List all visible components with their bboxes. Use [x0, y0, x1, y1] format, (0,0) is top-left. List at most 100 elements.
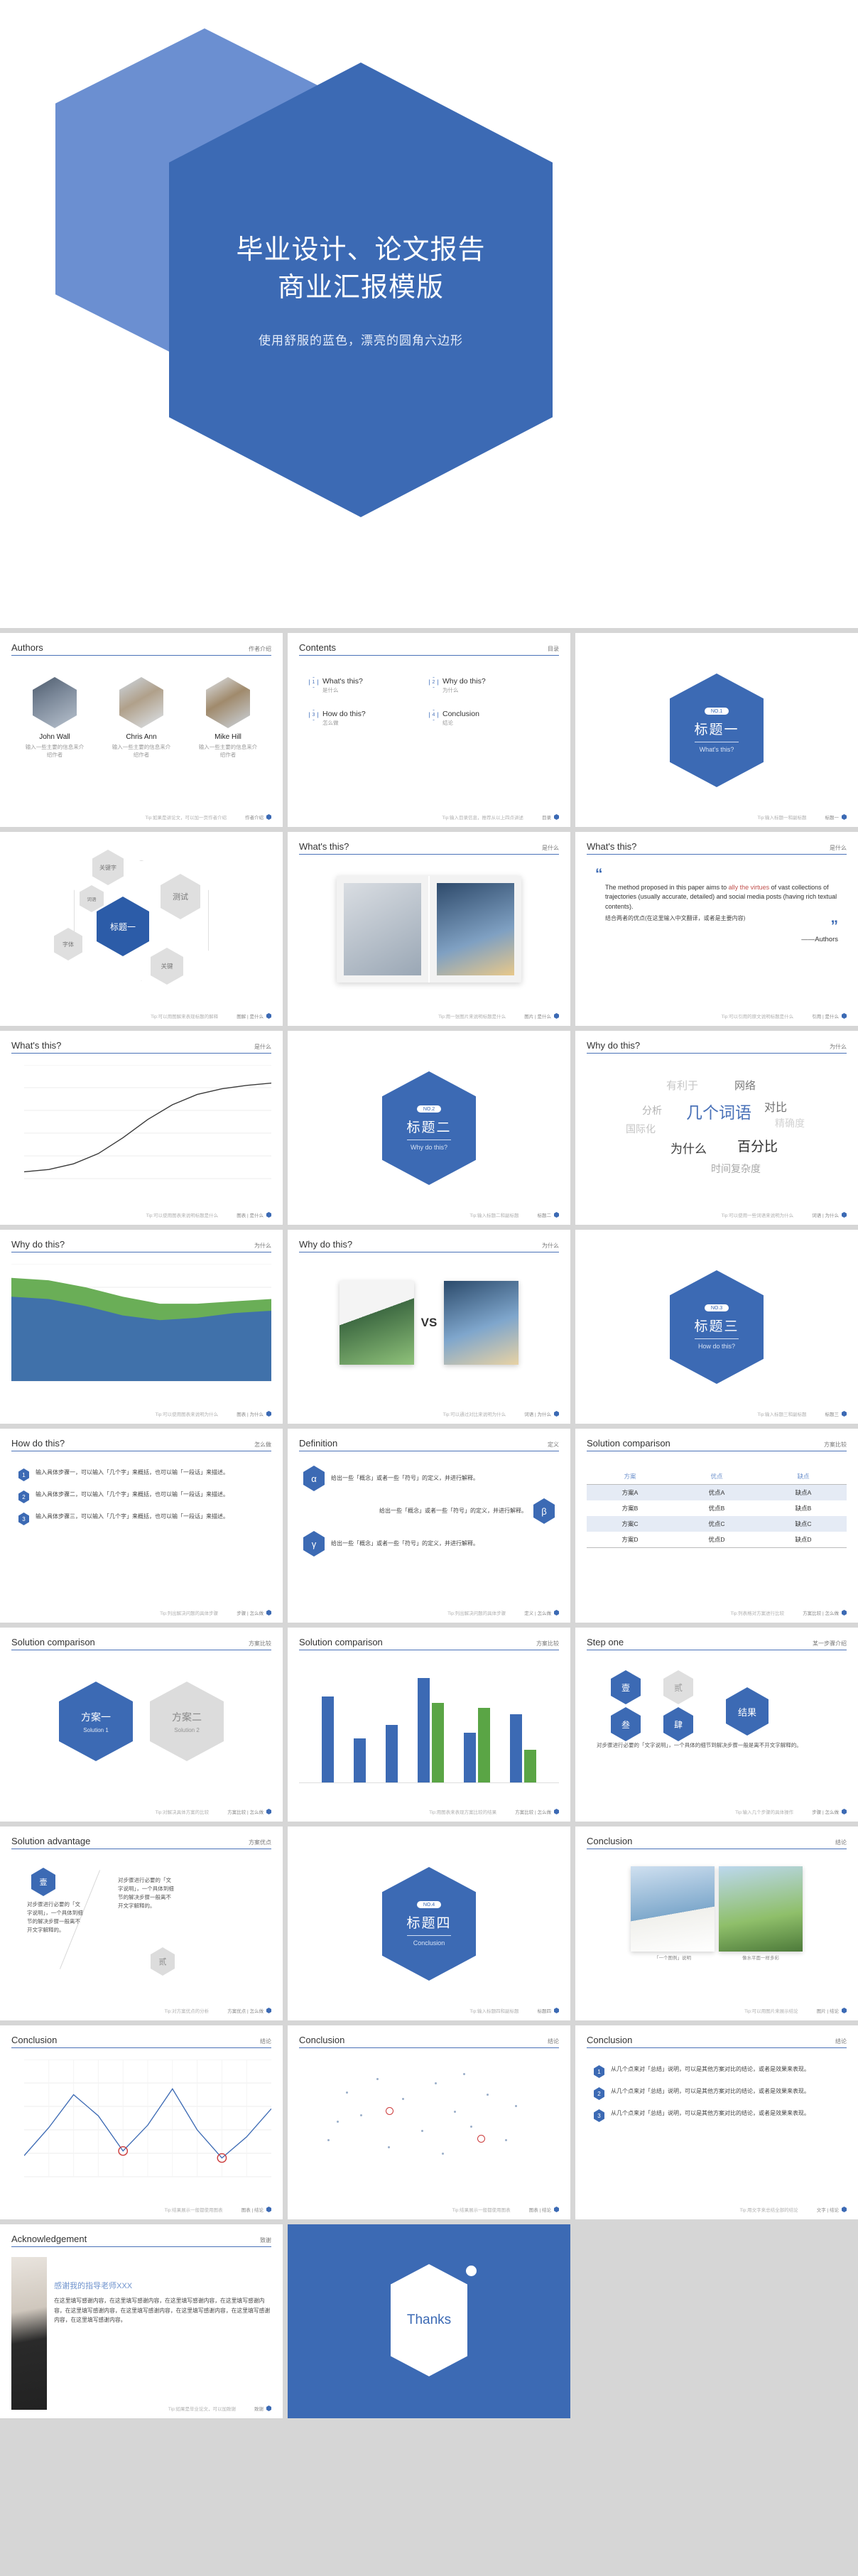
slide-authors[interactable]: Authors 作者介绍 John Wall 输入一些主要的信息来介绍作者 Ch…	[0, 633, 283, 827]
slide-header: Solution comparison 方案比较	[299, 1637, 559, 1650]
table-row: 方案C 优点C 缺点C	[587, 1516, 847, 1532]
footer-tag: 方案优点 | 怎么做	[227, 2007, 271, 2014]
slide-definition[interactable]: Definition 定义 α 给出一些「概念」或者一些「符号」的定义，并进行解…	[288, 1429, 570, 1623]
slide-why-wordcloud[interactable]: Why do this? 为什么 有利于 网络 分析 几个词语 对比 国际化 精确度 为什么百…	[575, 1031, 858, 1225]
definition-symbol: α	[303, 1466, 325, 1491]
slide-contents[interactable]: Contents 目录 1 What's this? 是什么 2 Why do …	[288, 633, 570, 827]
slide-header: What's this? 是什么	[11, 1040, 271, 1054]
slide-title-cn: 结论	[835, 2038, 847, 2045]
slide-comparison-plans[interactable]: Solution comparison 方案比较 方案一 Solution 1 …	[0, 1628, 283, 1822]
list-item: 3 输入具体步骤三，可以输入「几个字」来概括，也可以输「一段话」来描述。	[18, 1512, 264, 1525]
slide-footer: Tip:可以使用图表来说明标题是什么 图表 | 是什么	[11, 1211, 271, 1218]
slide-section-four[interactable]: NO.4 标题四 Conclusion Tip:输入标题四和副标题 标题四	[288, 1827, 570, 2020]
slide-title-cn: 结论	[548, 2038, 559, 2045]
slide-whats-this-image[interactable]: What's this? 是什么 Tip:用一张图片来说明标题是什么 图片 | …	[288, 832, 570, 1026]
advantage-text-1: 对步骤进行必要的「文字说明」，一个具体到细节的解决步骤一般离不开文字解释的。	[27, 1901, 83, 1933]
slide-why-areachart[interactable]: Why do this? 为什么 Tip:可以使用图表来说明为什么 图表 | 为…	[0, 1230, 283, 1424]
slide-conclusion-list[interactable]: Conclusion 结论 1 从几个点来对「总结」说明，可以是其他方案对比的结…	[575, 2025, 858, 2219]
list-item: γ 给出一些「概念」或者一些「符号」的定义，并进行解释。	[303, 1531, 555, 1557]
slide-whats-this-chart[interactable]: What's this? 是什么 Tip:可以使用图表来说明标题是什么 图表 |…	[0, 1031, 283, 1225]
acknowledgement-body: 感谢我的指导老师XXX 在这里填写感谢内容，在这里填写感谢内容，在这里填写感谢内…	[11, 2257, 271, 2410]
slide-footer: Tip:用文字来总结全部的结论 文字 | 结论	[587, 2206, 847, 2213]
table-row: 方案D 优点D 缺点D	[587, 1532, 847, 1548]
hexagon-dot-icon	[554, 1013, 559, 1019]
footer-tip: Tip:结果展示一般都使用图表	[452, 2208, 511, 2213]
footer-tag: 图片 | 是什么	[524, 1012, 559, 1019]
slide-thanks[interactable]: Thanks	[288, 2224, 570, 2418]
footer-tip: Tip:可以引用的原文说明标题是什么	[721, 1014, 794, 1019]
slide-section-one[interactable]: NO.1 标题一 What's this? Tip:输入标题一和副标题 标题一	[575, 633, 858, 827]
list-item: Mike Hill 输入一些主要的信息来介绍作者	[197, 677, 259, 759]
footer-tag: 图表 | 是什么	[237, 1211, 271, 1218]
plan-hexagon-one[interactable]: 方案一 Solution 1	[59, 1682, 133, 1761]
item-number: 3	[309, 710, 318, 720]
list-item[interactable]: 2 Why do this? 为什么	[429, 677, 549, 694]
slide-header: Solution comparison 方案比较	[587, 1438, 847, 1451]
table-row: 方案A 优点A 缺点A	[587, 1484, 847, 1500]
slide-step-one[interactable]: Step one 某一步骤介绍 壹 贰 叁 肆 结果 对步骤进行必要的「文字说明…	[575, 1628, 858, 1822]
hexagon-dot-icon	[554, 1809, 559, 1814]
hexagon-dot-icon	[842, 814, 847, 820]
footer-tag: 致谢	[254, 2405, 271, 2412]
slide-section-two[interactable]: NO.2 标题二 Why do this? Tip:输入标题二和副标题 标题二	[288, 1031, 570, 1225]
image-caption-left: 「一个图例」说明	[654, 1956, 691, 1961]
list-item[interactable]: 4 Conclusion 结论	[429, 710, 549, 727]
steps-list: 1 输入具体步骤一，可以输入「几个字」来概括，也可以输「一段话」来描述。 2 输…	[11, 1468, 271, 1525]
bar	[418, 1677, 430, 1782]
list-item[interactable]: 3 How do this? 怎么做	[309, 710, 429, 727]
area-chart-svg	[11, 1263, 271, 1382]
slide-whats-this-quote[interactable]: What's this? 是什么 “ The method proposed i…	[575, 832, 858, 1026]
slide-title-en: Acknowledgement	[11, 2234, 87, 2244]
slide-keyword-diagram[interactable]: 标题一 关键字 测试 词语 字体 关键 Tip:可以用图解来表现标题的解释 图解…	[0, 832, 283, 1026]
slide-conclusion-images[interactable]: Conclusion 结论 「一个图例」说明 像水平面一样多彩 Tip:可以用图…	[575, 1827, 858, 2020]
hexagon-dot-icon	[842, 2207, 847, 2212]
footer-tag: 目录	[542, 813, 559, 821]
slide-section-three[interactable]: NO.3 标题三 How do this? Tip:输入标题三和副标题 标题三	[575, 1230, 858, 1424]
footer-tag: 词语 | 为什么	[524, 1410, 559, 1417]
slide-conclusion-line[interactable]: Conclusion 结论 Tip:结果展示一般都使用图表 图表 | 结论	[0, 2025, 283, 2219]
slide-header: How do this? 怎么做	[11, 1438, 271, 1451]
quote-text-cn: 结合两者的优点(在这里输入中文翻译，或者是主要内容)	[605, 915, 746, 922]
hexagon-dot-icon	[266, 1809, 271, 1814]
footer-tag-label: 方案比较 | 怎么做	[515, 1810, 551, 1815]
slide-how-steps[interactable]: How do this? 怎么做 1 输入具体步骤一，可以输入「几个字」来概括，…	[0, 1429, 283, 1623]
slide-footer: Tip:输入几个步骤的具体操作 步骤 | 怎么做	[587, 1808, 847, 1815]
cover-title: 毕业设计、论文报告 商业汇报模版	[236, 235, 486, 303]
footer-tip: Tip:对方案优点的分析	[164, 2009, 210, 2014]
plan-hexagon-two[interactable]: 方案二 Solution 2	[150, 1682, 224, 1761]
bar	[464, 1733, 476, 1782]
cloud-word: 几个词语	[686, 1103, 751, 1122]
slide-title-cn: 是什么	[254, 1044, 271, 1050]
plan-subtitle: Solution 2	[174, 1726, 200, 1733]
step-hexagon-3: 叁	[611, 1707, 641, 1741]
cell: 缺点A	[795, 1489, 812, 1496]
slide-acknowledgement[interactable]: Acknowledgement 致谢 感谢我的指导老师XXX 在这里填写感谢内容…	[0, 2224, 283, 2418]
slide-conclusion-scatter[interactable]: Conclusion 结论 Tip:结果展示一般都使用图表 图表 | 结论	[288, 2025, 570, 2219]
scatter-highlight	[386, 2107, 394, 2116]
list-item[interactable]: 1 What's this? 是什么	[309, 677, 429, 694]
slide-footer: Tip:列表格对方案进行比较 方案比较 | 怎么做	[587, 1609, 847, 1616]
slide-title-en: Solution comparison	[587, 1438, 670, 1449]
footer-tag: 定义 | 怎么做	[524, 1609, 559, 1616]
ack-text: 在这里填写感谢内容，在这里填写感谢内容，在这里填写感谢内容，在这里填写感谢内容，…	[54, 2298, 271, 2324]
slide-comparison-bars[interactable]: Solution comparison 方案比较 Tip:用图表来表现方案比较的…	[288, 1628, 570, 1822]
area-chart	[11, 1263, 271, 1392]
hexagon-dot-icon	[266, 814, 271, 820]
cover-slide: 毕业设计、论文报告 商业汇报模版 使用舒服的蓝色，漂亮的圆角六边形	[0, 0, 858, 628]
slide-title-en: Contents	[299, 642, 337, 653]
slide-solution-advantage[interactable]: Solution advantage 方案优点 壹 对步骤进行必要的「文字说明」…	[0, 1827, 283, 2020]
section-hexagon: NO.3 标题三 How do this?	[670, 1270, 764, 1384]
list-item: Chris Ann 输入一些主要的信息来介绍作者	[111, 677, 172, 759]
hexagon-dot-icon	[554, 1610, 559, 1616]
slide-header: Authors 作者介绍	[11, 642, 271, 656]
footer-tag-label: 定义 | 怎么做	[524, 1611, 551, 1616]
bar	[354, 1738, 366, 1782]
bar	[524, 1749, 536, 1782]
person-photo	[11, 2257, 48, 2410]
cover-subtitle: 使用舒服的蓝色，漂亮的圆角六边形	[259, 333, 463, 347]
cell: 方案C	[621, 1520, 639, 1527]
slide-comparison-table[interactable]: Solution comparison 方案比较 方案 优点 缺点 方案A 优点…	[575, 1429, 858, 1623]
cloud-word: 国际化	[626, 1123, 656, 1135]
slide-why-versus[interactable]: Why do this? 为什么 VS Tip:可以通过对比来说明为什么 词语 …	[288, 1230, 570, 1424]
slide-footer: Tip:可以用图片来展示结论 图片 | 结论	[587, 2007, 847, 2014]
